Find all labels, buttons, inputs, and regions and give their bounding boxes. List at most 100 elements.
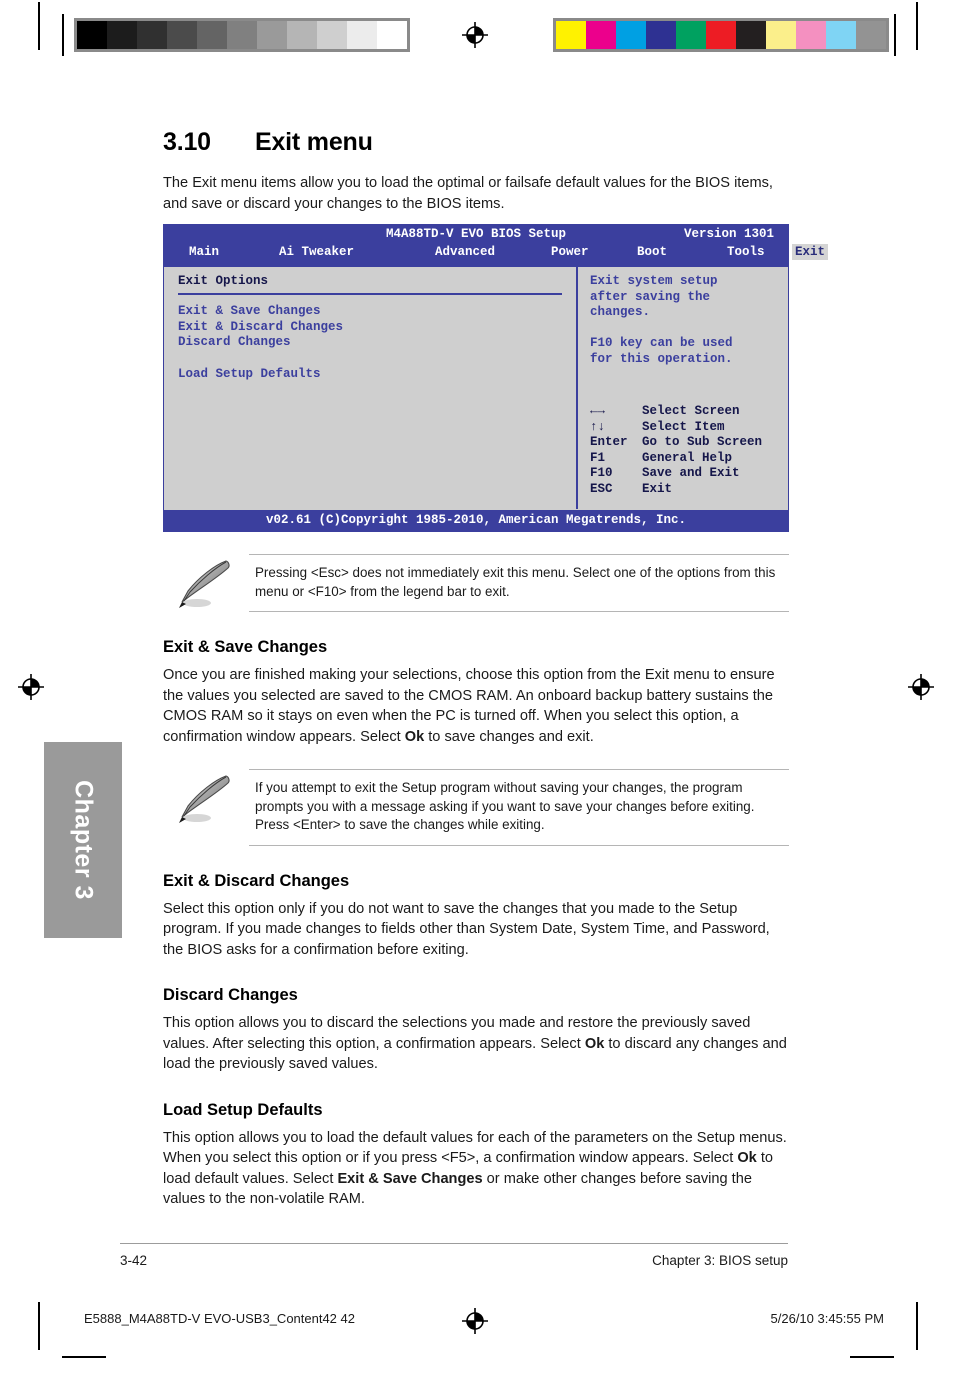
bios-legend-row: ESC Exit [590,482,762,498]
section-intro: The Exit menu items allow you to load th… [163,175,773,212]
grayscale-patch-strip [74,18,410,52]
print-footer-date: 5/26/10 3:45:55 PM [770,1311,884,1326]
bios-help-panel: Exit system setup after saving the chang… [578,267,788,509]
crop-tick-left [62,14,64,56]
page-title: 3.10 Exit menu [163,128,789,157]
chapter-side-tab-label: Chapter 3 [69,780,98,900]
color-patch-strip [553,18,889,52]
crop-rule-top-right [916,2,918,50]
page-number: 3-42 [120,1253,148,1268]
bios-copyright-bar: v02.61 (C)Copyright 1985-2010, American … [164,509,788,531]
color-patch-6 [736,21,766,49]
gray-patch-0 [77,21,107,49]
bios-legend-description: Go to Sub Screen [642,435,763,449]
color-patch-9 [826,21,856,49]
bios-legend-description: Save and Exit [642,466,740,480]
bios-legend-key: ↑↓ [590,419,606,434]
registration-target-icon-top [462,22,488,48]
color-patch-8 [796,21,826,49]
crop-rule-top-left [38,2,40,50]
bios-legend-bar: ←→ Select Screen ↑↓ Select Item Enter Go to S… [590,404,762,497]
subsection-body-discard-changes: This option allows you to discard the se… [163,1013,789,1075]
crop-rule-bottom-edge-left [62,1356,106,1358]
gray-patch-4 [197,21,227,49]
bios-options-list: Exit & Save Changes Exit & Discard Change… [178,304,576,382]
crop-rule-bottom-edge-right [850,1356,894,1358]
bios-legend-description: Select Screen [642,404,740,418]
emphasis-text: Ok [404,728,425,745]
subsection-heading-exit-save-changes: Exit & Save Changes [163,638,328,656]
bios-options-header: Exit Options [178,274,269,288]
subsection-heading-discard-changes: Discard Changes [163,986,298,1004]
bios-legend-key: Enter [590,435,628,449]
bios-tab-main[interactable]: Main [186,244,222,260]
bios-legend-key: F1 [590,450,606,465]
page-content: 3.10 Exit menu The Exit menu items allow … [163,128,829,1220]
subsection-heading-exit-discard-changes: Exit & Discard Changes [163,871,350,890]
bios-legend-row: F10 Save and Exit [590,466,762,482]
note-box-2-text: If you attempt to exit the Setup program… [255,780,755,832]
bios-legend-row: Enter Go to Sub Screen [590,435,762,451]
color-patch-1 [586,21,616,49]
note-quill-icon [163,554,249,612]
color-patch-2 [616,21,646,49]
print-footer-file: E5888_M4A88TD-V EVO-USB3_Content42 42 [84,1311,355,1326]
color-patch-4 [676,21,706,49]
subsection-heading-load-setup-defaults: Load Setup Defaults [163,1100,323,1119]
note-box-1-text-container: Pressing <Esc> does not immediately exit… [249,554,789,612]
bios-options-divider [178,293,562,295]
gray-patch-2 [137,21,167,49]
bios-legend-row: F1 General Help [590,451,762,467]
section-number: 3.10 [163,128,211,156]
bios-help-text: Exit system setup after saving the chang… [590,274,733,366]
bios-legend-description: General Help [642,450,733,465]
color-patch-3 [646,21,676,49]
bios-tab-tools[interactable]: Tools [724,244,768,260]
gray-patch-7 [287,21,317,49]
bios-legend-description: Select Item [642,419,725,434]
bios-legend-key: F10 [590,466,613,480]
emphasis-text: Ok [584,1035,605,1052]
note-box-2-text-container: If you attempt to exit the Setup program… [249,769,789,846]
subsection-body-exit-save-changes: Once you are finished making your select… [163,665,789,747]
chapter-side-tab: Chapter 3 [44,742,122,938]
bios-tab-boot[interactable]: Boot [634,244,670,260]
color-patch-0 [556,21,586,49]
bios-option-exit-discard-changes[interactable]: Exit & Discard Changes [178,320,576,336]
bios-tab-advanced[interactable]: Advanced [432,244,498,260]
body-text-run: Select this option only if you do not wa… [163,900,770,958]
section-title: Exit menu [255,128,373,156]
bios-tab-ai-tweaker[interactable]: Ai Tweaker [276,244,357,260]
bios-version: Version 1301 [683,227,774,241]
bios-option-load-setup-defaults[interactable]: Load Setup Defaults [178,367,576,383]
bios-option-discard-changes[interactable]: Discard Changes [178,335,576,351]
bios-options-panel: Exit Options Exit & Save Changes Exit & D… [164,267,578,509]
gray-patch-1 [107,21,137,49]
crop-tick-right [894,14,896,56]
emphasis-text: Exit & Save Changes [337,1170,483,1187]
note-quill-icon [163,769,249,846]
bios-legend-key: ←→ [590,404,606,418]
gray-patch-5 [227,21,257,49]
page-footer: 3-42 Chapter 3: BIOS setup [120,1243,788,1268]
registration-target-icon-left [18,674,44,700]
bios-body: Exit Options Exit & Save Changes Exit & D… [164,265,788,509]
bios-tab-power[interactable]: Power [548,244,592,260]
registration-target-icon-right [908,674,934,700]
gray-patch-9 [347,21,377,49]
emphasis-text: Ok [737,1150,757,1166]
color-patch-10 [856,21,886,49]
bios-header-bar: M4A88TD-V EVO BIOS Setup Version 1301 Ma… [164,225,829,265]
print-footer: E5888_M4A88TD-V EVO-USB3_Content42 42 5/… [0,1301,954,1341]
note-box-1-text: Pressing <Esc> does not immediately exit… [255,565,776,599]
subsection-body-exit-discard-changes: Select this option only if you do not wa… [163,899,789,961]
subsection-body-load-setup-defaults: This option allows you to load the defau… [163,1128,789,1210]
bios-option-exit-save-changes[interactable]: Exit & Save Changes [178,304,576,320]
note-box-1: Pressing <Esc> does not immediately exit… [163,554,789,612]
page-footer-chapter-label: Chapter 3: BIOS setup [652,1253,788,1268]
print-calibration-header [0,14,954,56]
body-text-run: This option allows you to load the defau… [163,1129,787,1167]
bios-tab-exit[interactable]: Exit [792,244,829,260]
color-patch-5 [706,21,736,49]
body-text-run: to save changes and exit. [424,728,594,745]
